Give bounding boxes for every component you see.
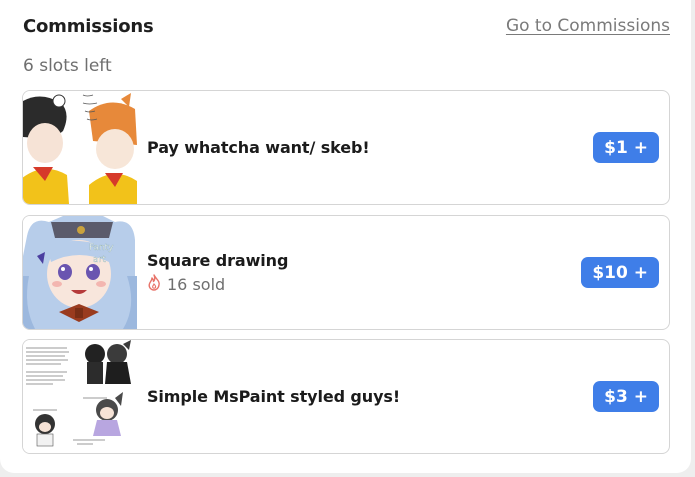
commission-thumbnail: [23, 340, 137, 453]
price-badge[interactable]: $3 +: [593, 381, 659, 412]
fire-icon: [147, 274, 161, 295]
go-to-commissions-link[interactable]: Go to Commissions: [506, 16, 670, 36]
commission-name: Pay whatcha want/ skeb!: [147, 138, 370, 157]
commission-thumbnail: [23, 91, 137, 204]
svg-text:Fanty: Fanty: [89, 243, 114, 253]
commissions-panel: Commissions Go to Commissions 6 slots le…: [0, 0, 691, 473]
price-badge[interactable]: $10 +: [581, 257, 659, 288]
price-badge[interactable]: $1 +: [593, 132, 659, 163]
slots-left-text: 6 slots left: [23, 56, 112, 76]
section-title: Commissions: [23, 16, 154, 37]
svg-text:art: art: [93, 255, 106, 265]
commission-name: Square drawing: [147, 251, 289, 270]
commission-thumbnail: Fanty art: [23, 216, 137, 329]
commission-card[interactable]: Fanty art Square drawing 16 sold $10 +: [22, 215, 670, 330]
commission-card[interactable]: Pay whatcha want/ skeb! $1 +: [22, 90, 670, 205]
commission-name: Simple MsPaint styled guys!: [147, 387, 401, 406]
sold-count: 16 sold: [147, 274, 225, 295]
sold-count-label: 16 sold: [167, 275, 226, 294]
commission-card[interactable]: Simple MsPaint styled guys! $3 +: [22, 339, 670, 454]
